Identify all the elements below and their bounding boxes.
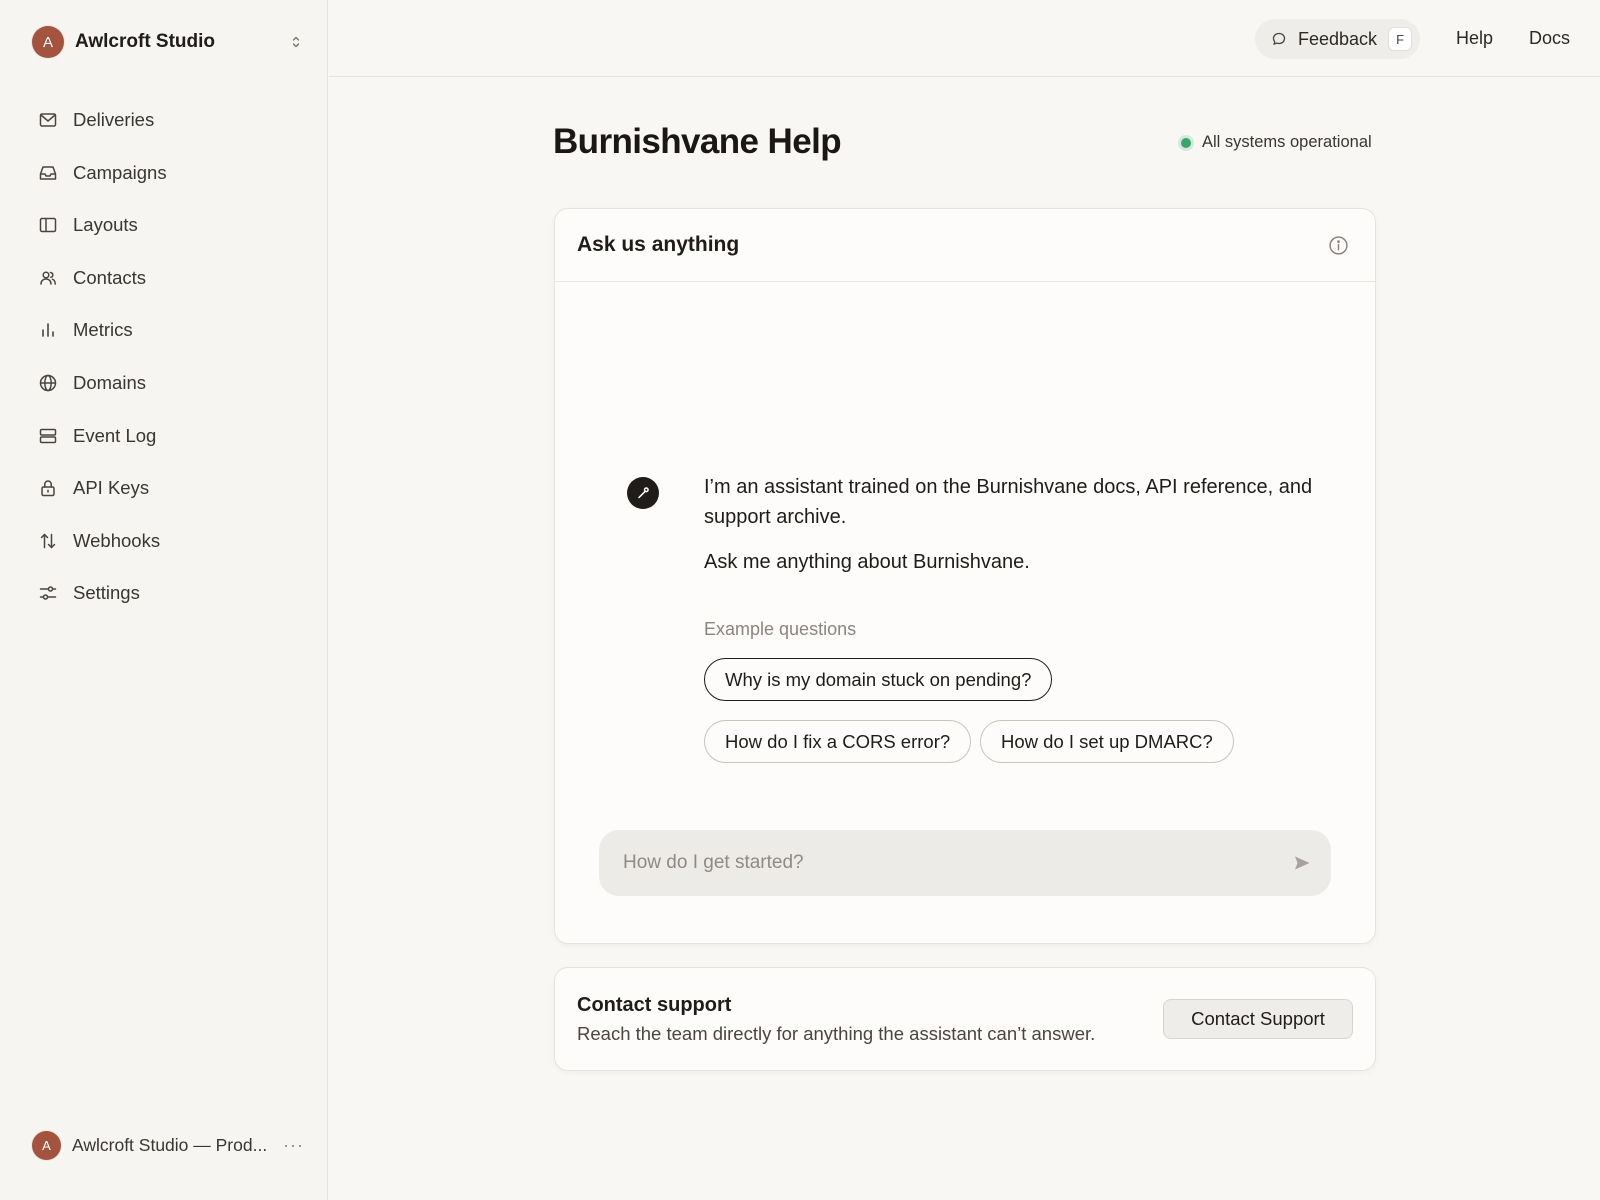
feedback-label: Feedback <box>1298 28 1378 49</box>
lock-icon <box>41 480 55 497</box>
assistant-intro-message: I’m an assistant trained on the Burnishv… <box>704 476 1313 528</box>
info-icon[interactable] <box>1328 235 1349 256</box>
example-question-chip[interactable]: How do I set up DMARC? <box>980 720 1234 763</box>
contact-support-description: Reach the team directly for anything the… <box>577 1023 1096 1044</box>
status-text: All systems operational <box>1202 133 1372 151</box>
sidebar-item-label: Event Log <box>73 424 157 446</box>
sidebar-item-label: API Keys <box>73 477 150 499</box>
feedback-button[interactable]: Feedback F <box>1255 19 1420 59</box>
feedback-shortcut-key: F <box>1388 27 1413 51</box>
workspace-avatar: A <box>32 26 64 58</box>
help-link[interactable]: Help <box>1456 28 1493 49</box>
assistant-prompt-message: Ask me anything about Burnishvane. <box>704 551 1030 573</box>
docs-link[interactable]: Docs <box>1529 28 1570 49</box>
account-menu[interactable]: A Awlcroft Studio — Prod... ··· <box>32 1129 304 1161</box>
contact-support-title: Contact support <box>577 994 732 1016</box>
sidebar-item-campaigns[interactable]: Campaigns <box>24 151 304 195</box>
users-icon <box>40 271 56 285</box>
contact-support-button[interactable]: Contact Support <box>1163 999 1353 1039</box>
sidebar-item-layouts[interactable]: Layouts <box>24 203 304 247</box>
sidebar-item-event-log[interactable]: Event Log <box>24 414 304 458</box>
workspace-switcher[interactable]: A Awlcroft Studio <box>32 25 304 59</box>
server-icon <box>39 428 57 443</box>
message-circle-icon <box>1272 32 1286 45</box>
sidebar-item-label: Deliveries <box>73 109 155 130</box>
sidebar-item-label: Settings <box>73 582 140 604</box>
sidebar-item-contacts[interactable]: Contacts <box>24 256 304 300</box>
send-icon <box>1295 856 1310 870</box>
chat-input[interactable] <box>599 830 1273 896</box>
sidebar-item-domains[interactable]: Domains <box>24 361 304 405</box>
topbar: Feedback F Help Docs <box>329 0 1600 77</box>
mail-icon <box>39 113 57 127</box>
assistant-avatar <box>627 477 659 509</box>
example-question-chip[interactable]: How do I fix a CORS error? <box>704 720 972 763</box>
sidebar-item-label: Layouts <box>73 214 138 236</box>
layout-icon <box>39 217 57 233</box>
globe-icon <box>39 374 57 392</box>
workspace-name: Awlcroft Studio <box>75 31 216 52</box>
sidebar: A Awlcroft Studio Deliveries Campaigns L… <box>0 0 328 1200</box>
sidebar-item-webhooks[interactable]: Webhooks <box>24 519 304 563</box>
assistant-card: Ask us anything I’m an assistant trained… <box>554 208 1376 944</box>
system-status: All systems operational <box>1181 133 1372 152</box>
arrows-up-down-icon <box>40 533 56 548</box>
sliders-icon <box>39 586 57 601</box>
sidebar-nav: Deliveries Campaigns Layouts Contacts Me… <box>24 98 304 624</box>
sidebar-item-metrics[interactable]: Metrics <box>24 308 304 352</box>
contact-support-card: Contact support Reach the team directly … <box>554 967 1376 1071</box>
assistant-card-title: Ask us anything <box>577 233 740 256</box>
more-icon[interactable]: ··· <box>283 1135 304 1156</box>
example-question-chip[interactable]: Why is my domain stuck on pending? <box>704 658 1053 701</box>
assistant-card-header: Ask us anything <box>555 209 1375 282</box>
sidebar-item-deliveries[interactable]: Deliveries <box>24 98 304 142</box>
sidebar-item-label: Campaigns <box>73 161 167 183</box>
chevron-up-down-icon <box>292 36 300 48</box>
account-name: Awlcroft Studio — Prod... <box>72 1134 268 1155</box>
sidebar-item-label: Domains <box>73 371 146 393</box>
account-avatar: A <box>32 1130 61 1160</box>
page-title: Burnishvane Help <box>553 122 842 161</box>
chat-input-container <box>599 830 1331 896</box>
send-button[interactable] <box>1273 830 1331 896</box>
bar-chart-icon <box>42 323 54 338</box>
sidebar-item-label: Contacts <box>73 266 147 288</box>
sidebar-item-label: Webhooks <box>73 529 161 551</box>
sidebar-item-label: Metrics <box>73 319 133 341</box>
sidebar-item-settings[interactable]: Settings <box>24 571 304 615</box>
status-dot <box>1181 137 1191 148</box>
example-questions-label: Example questions <box>704 619 857 639</box>
inbox-icon <box>39 165 57 180</box>
wand-icon <box>638 487 649 499</box>
sidebar-item-api-keys[interactable]: API Keys <box>24 466 304 510</box>
